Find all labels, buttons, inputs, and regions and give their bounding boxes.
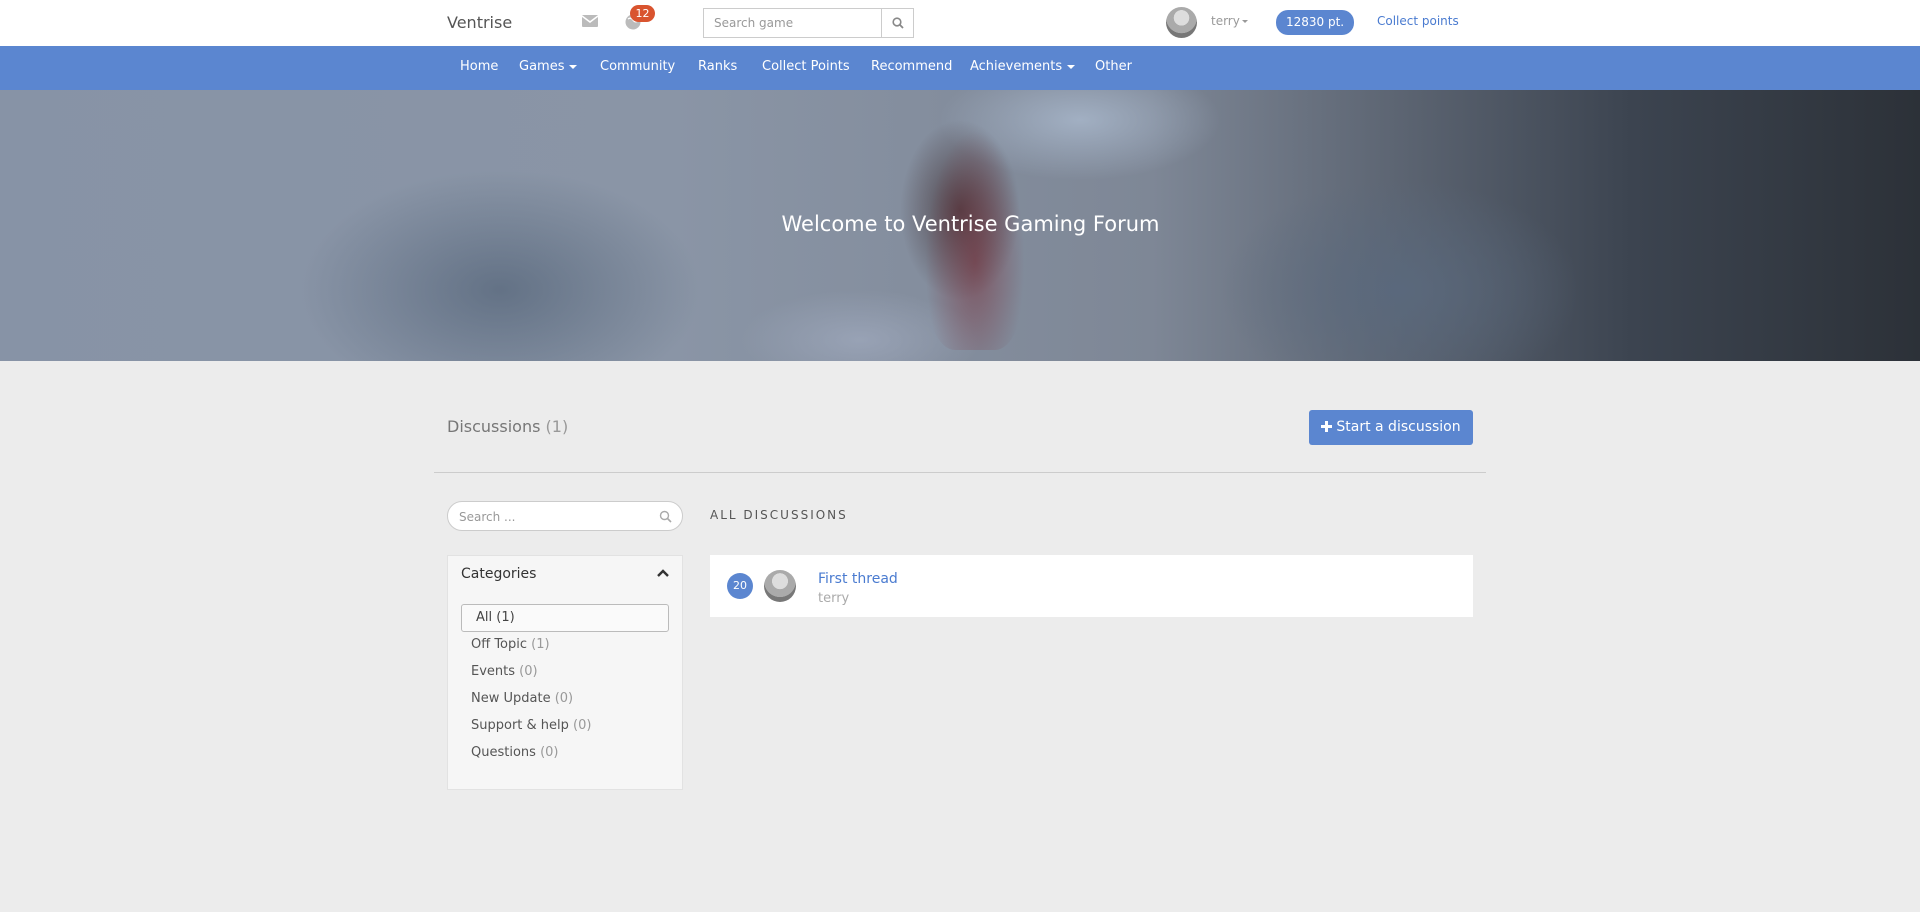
hero-title: Welcome to Ventrise Gaming Forum bbox=[781, 212, 1160, 236]
category-count: (1) bbox=[531, 637, 550, 652]
category-events[interactable]: Events (0) bbox=[471, 664, 538, 679]
nav-ranks[interactable]: Ranks bbox=[698, 59, 737, 74]
category-count: (0) bbox=[519, 664, 538, 679]
plus-icon bbox=[1321, 421, 1333, 432]
reply-count-badge: 20 bbox=[727, 573, 753, 599]
start-discussion-label: Start a discussion bbox=[1336, 419, 1461, 435]
main-nav: Home Games Community Ranks Collect Point… bbox=[0, 46, 1920, 90]
collect-points-link[interactable]: Collect points bbox=[1377, 14, 1459, 28]
brand-logo[interactable]: Ventrise bbox=[447, 13, 512, 32]
hero-artwork bbox=[925, 130, 1025, 350]
game-search bbox=[703, 8, 914, 38]
divider bbox=[434, 472, 1486, 473]
nav-other[interactable]: Other bbox=[1095, 59, 1132, 74]
category-label: New Update bbox=[471, 691, 551, 706]
discussion-search bbox=[447, 501, 683, 531]
nav-games[interactable]: Games bbox=[519, 59, 578, 74]
nav-recommend[interactable]: Recommend bbox=[871, 59, 952, 74]
username-label: terry bbox=[1211, 14, 1240, 28]
categories-title: Categories bbox=[461, 566, 537, 582]
nav-home[interactable]: Home bbox=[460, 59, 498, 74]
categories-panel: Categories All (1) Off Topic (1) Events … bbox=[447, 555, 683, 790]
nav-games-label: Games bbox=[519, 59, 565, 74]
category-support-help[interactable]: Support & help (0) bbox=[471, 718, 591, 733]
top-bar: Ventrise 12 terry 12830 pt. Collect poin… bbox=[0, 0, 1920, 46]
discussions-title: Discussions bbox=[447, 417, 541, 436]
category-label: Support & help bbox=[471, 718, 569, 733]
category-count: (0) bbox=[540, 745, 559, 760]
category-questions[interactable]: Questions (0) bbox=[471, 745, 558, 760]
notification-badge[interactable]: 12 bbox=[630, 5, 655, 22]
search-game-input[interactable] bbox=[703, 8, 881, 38]
category-label: Questions bbox=[471, 745, 536, 760]
mail-icon[interactable] bbox=[581, 14, 599, 28]
discussions-heading: Discussions (1) bbox=[447, 417, 568, 436]
all-discussions-label: ALL DISCUSSIONS bbox=[710, 508, 848, 522]
nav-achievements[interactable]: Achievements bbox=[970, 59, 1076, 74]
thread-row[interactable]: 20 First thread terry bbox=[710, 555, 1473, 617]
nav-achievements-label: Achievements bbox=[970, 59, 1063, 74]
thread-title-link[interactable]: First thread bbox=[818, 571, 898, 587]
category-all[interactable]: All (1) bbox=[461, 604, 669, 632]
user-menu[interactable]: terry bbox=[1211, 14, 1248, 28]
category-count: (0) bbox=[573, 718, 592, 733]
category-label: Events bbox=[471, 664, 516, 679]
category-label: All bbox=[476, 610, 493, 625]
chevron-up-icon[interactable] bbox=[657, 568, 669, 578]
caret-down-icon bbox=[569, 64, 578, 69]
category-new-update[interactable]: New Update (0) bbox=[471, 691, 573, 706]
discussions-count: (1) bbox=[545, 417, 569, 436]
caret-down-icon bbox=[1067, 64, 1076, 69]
user-avatar[interactable] bbox=[1166, 7, 1197, 38]
search-icon bbox=[891, 17, 904, 29]
hero-banner: Welcome to Ventrise Gaming Forum bbox=[0, 90, 1920, 361]
caret-down-icon bbox=[1241, 20, 1248, 23]
points-badge[interactable]: 12830 pt. bbox=[1276, 10, 1355, 35]
avatar[interactable] bbox=[764, 570, 796, 602]
nav-community[interactable]: Community bbox=[600, 59, 675, 74]
category-count: (0) bbox=[554, 691, 574, 706]
search-button[interactable] bbox=[881, 8, 914, 38]
category-off-topic[interactable]: Off Topic (1) bbox=[471, 637, 550, 652]
search-icon[interactable] bbox=[659, 510, 672, 523]
category-count: (1) bbox=[496, 610, 515, 625]
thread-author: terry bbox=[818, 591, 850, 606]
category-label: Off Topic bbox=[471, 637, 528, 652]
nav-collect-points[interactable]: Collect Points bbox=[762, 59, 850, 74]
start-discussion-button[interactable]: Start a discussion bbox=[1309, 410, 1473, 445]
discussion-search-input[interactable] bbox=[459, 508, 649, 525]
